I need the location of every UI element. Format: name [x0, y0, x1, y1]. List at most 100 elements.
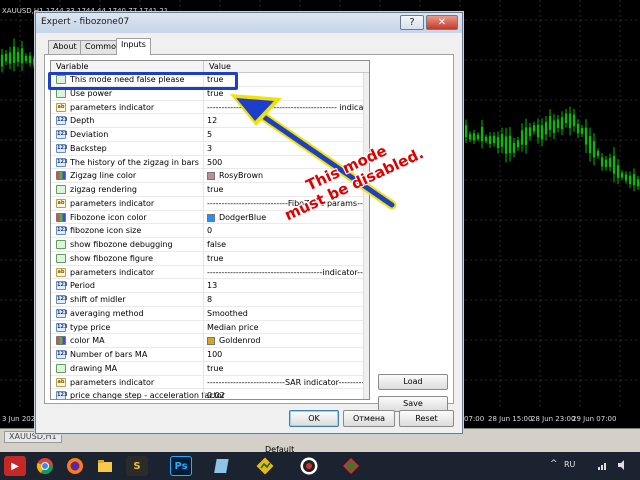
input-value[interactable]: RosyBrown: [219, 171, 263, 180]
color-swatch[interactable]: [207, 213, 215, 222]
photoshop-icon[interactable]: Ps: [170, 456, 192, 476]
input-name: fibozone icon size: [70, 226, 142, 236]
input-name: The history of the zigzag in bars: [70, 157, 199, 167]
cancel-button[interactable]: Отмена: [343, 410, 395, 427]
color-swatch[interactable]: [207, 172, 215, 181]
taskbar: ▶ S Ps ^ RU: [0, 452, 640, 480]
input-value[interactable]: true: [207, 89, 223, 98]
input-name: Depth: [70, 116, 95, 126]
column-divider: [203, 265, 204, 279]
column-header-value[interactable]: Value: [209, 62, 231, 71]
input-value[interactable]: 3: [207, 144, 212, 153]
input-rows: This mode need false please true Use power…: [51, 73, 369, 399]
ok-button[interactable]: OK: [289, 410, 339, 427]
start-icon[interactable]: ▶: [4, 456, 26, 476]
input-name: shift of midler: [70, 295, 126, 304]
firefox-icon[interactable]: [64, 456, 86, 476]
input-name: zigzag rendering: [70, 185, 137, 194]
input-value[interactable]: 0.02: [207, 391, 225, 399]
volume-icon[interactable]: [616, 458, 630, 472]
input-row[interactable]: 123 Number of bars MA 100: [51, 348, 369, 362]
column-divider: [203, 141, 204, 155]
column-divider: [203, 251, 204, 265]
help-button[interactable]: ?: [400, 15, 424, 30]
input-row[interactable]: ab parameters indicator ------------------…: [51, 100, 369, 115]
input-name: averaging method: [70, 308, 144, 318]
recorder-icon[interactable]: [298, 456, 320, 476]
input-value[interactable]: false: [207, 240, 226, 249]
input-value[interactable]: ---------------------------SAR indicator…: [207, 378, 364, 387]
input-name: show fibozone figure: [70, 253, 154, 263]
tab-about[interactable]: About: [48, 40, 82, 54]
column-divider: [203, 155, 204, 169]
column-divider: [203, 279, 204, 293]
close-button[interactable]: ✕: [426, 15, 458, 30]
chrome-icon[interactable]: [34, 456, 56, 476]
metatrader-icon[interactable]: [254, 456, 276, 476]
tray-chevron-icon[interactable]: ^: [550, 459, 558, 469]
input-value[interactable]: ----------------------------------------…: [207, 268, 369, 277]
input-row[interactable]: 123 Backstep 3: [51, 141, 369, 156]
string-param-icon: ab: [56, 102, 66, 112]
input-row[interactable]: 123 Deviation 5: [51, 128, 369, 142]
load-button[interactable]: Load: [378, 374, 448, 390]
dialog-titlebar[interactable]: Expert - fibozone07 ? ✕: [36, 13, 462, 33]
input-value[interactable]: 0: [207, 226, 212, 235]
input-row[interactable]: color MA Goldenrod: [51, 334, 369, 348]
number-param-icon: 123: [56, 130, 68, 139]
input-value[interactable]: true: [207, 364, 223, 373]
color-param-icon: [56, 212, 66, 222]
input-row[interactable]: 123 averaging method Smoothed: [51, 306, 369, 321]
input-row[interactable]: drawing MA true: [51, 361, 369, 376]
string-param-icon: ab: [56, 267, 66, 277]
input-value[interactable]: 13: [207, 281, 217, 290]
reset-button[interactable]: Reset: [399, 410, 454, 427]
axis-label: 28 Jun 23:00: [531, 415, 576, 423]
language-indicator[interactable]: RU: [564, 460, 575, 469]
notepad-icon[interactable]: [212, 456, 234, 476]
input-name: Use power: [70, 88, 113, 98]
input-value[interactable]: 12: [207, 116, 217, 125]
input-row[interactable]: 123 fibozone icon size 0: [51, 224, 369, 238]
column-divider: [203, 210, 204, 224]
axis-label-left: 3 Jun 2022: [2, 415, 40, 423]
input-row[interactable]: ab parameters indicator ------------------…: [51, 265, 369, 280]
input-name: parameters indicator: [70, 377, 155, 387]
column-header-variable[interactable]: Variable: [56, 62, 88, 71]
input-value[interactable]: Median price: [207, 323, 259, 332]
input-row[interactable]: 123 Period 13: [51, 279, 369, 293]
input-row[interactable]: 123 Depth 12: [51, 114, 369, 128]
input-name: Zigzag line color: [70, 171, 137, 181]
terminal-icon[interactable]: [340, 456, 362, 476]
input-row[interactable]: Fibozone icon color DodgerBlue: [51, 210, 369, 225]
input-value[interactable]: 100: [207, 350, 222, 359]
input-row[interactable]: show fibozone figure true: [51, 251, 369, 266]
input-row[interactable]: 123 shift of midler 8: [51, 293, 369, 307]
highlight-box: [48, 72, 238, 90]
bool-param-icon: [56, 363, 66, 373]
input-value[interactable]: true: [207, 185, 223, 194]
grid-scrollbar[interactable]: [363, 73, 369, 399]
tab-inputs[interactable]: Inputs: [116, 38, 151, 55]
input-row[interactable]: show fibozone debugging false: [51, 238, 369, 252]
input-value[interactable]: 500: [207, 158, 222, 167]
input-value[interactable]: true: [207, 254, 223, 263]
input-row[interactable]: 123 price change step - acceleration fact…: [51, 389, 369, 399]
input-value[interactable]: Smoothed: [207, 309, 248, 318]
input-value[interactable]: 5: [207, 130, 212, 139]
sublime-icon[interactable]: S: [126, 456, 148, 476]
input-value[interactable]: ----------------------------------------…: [207, 103, 369, 112]
input-value[interactable]: Goldenrod: [219, 336, 260, 345]
bool-param-icon: [56, 88, 66, 98]
input-row[interactable]: 123 The history of the zigzag in bars 500: [51, 155, 369, 170]
input-row[interactable]: ab parameters indicator ------------------…: [51, 375, 369, 390]
input-row[interactable]: 123 type price Median price: [51, 320, 369, 335]
explorer-icon[interactable]: [94, 456, 116, 476]
network-icon[interactable]: [596, 458, 610, 472]
color-swatch[interactable]: [207, 337, 215, 346]
input-name: show fibozone debugging: [70, 240, 173, 249]
number-param-icon: 123: [56, 143, 68, 153]
bool-param-icon: [56, 253, 66, 263]
bool-param-icon: [56, 185, 66, 194]
input-value[interactable]: 8: [207, 295, 212, 304]
